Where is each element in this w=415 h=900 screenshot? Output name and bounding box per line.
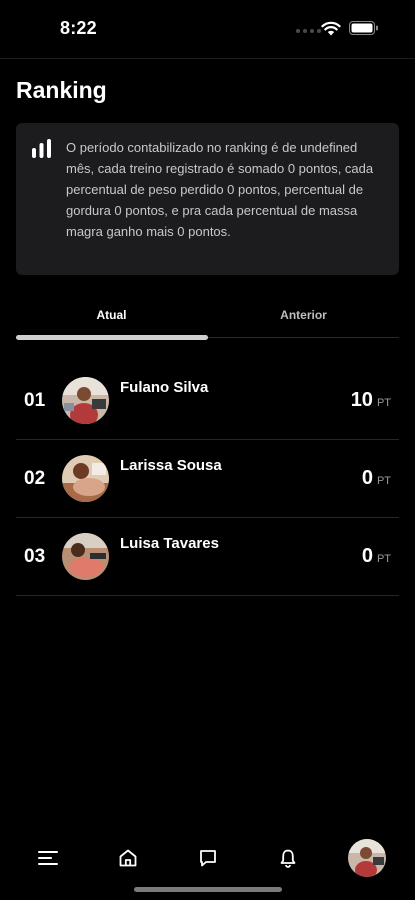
score-points: 0 — [361, 467, 373, 489]
score: 10 PT — [351, 389, 391, 412]
score-points: 10 — [350, 389, 373, 411]
score-unit: PT — [376, 553, 391, 565]
ranking-row[interactable]: 03 Luisa Tavares 0 PT — [16, 518, 399, 596]
ranking-rules-text: O período contabilizado no ranking é de … — [66, 140, 374, 239]
user-name: Fulano Silva — [120, 379, 209, 396]
home-indicator[interactable] — [134, 887, 282, 892]
chat-icon — [200, 850, 216, 867]
user-avatar — [62, 533, 109, 580]
rank-position: 02 — [24, 468, 46, 489]
status-time: 8:22 — [60, 18, 97, 38]
bar-chart-icon — [32, 139, 51, 158]
menu-button[interactable] — [28, 836, 68, 880]
score: 0 PT — [362, 545, 391, 568]
profile-avatar[interactable] — [348, 839, 386, 877]
info-card: O período contabilizado no ranking é de … — [16, 123, 399, 275]
ranking-row[interactable]: 02 Larissa Sousa 0 PT — [16, 440, 399, 518]
user-name: Luisa Tavares — [120, 535, 219, 552]
ranking-list: 01 Fulano Silva 10 PT 02 Larissa Sousa 0… — [16, 362, 399, 596]
score: 0 PT — [362, 467, 391, 490]
user-name: Larissa Sousa — [120, 457, 222, 474]
score-unit: PT — [376, 397, 391, 409]
signal-icon — [296, 29, 321, 33]
ranking-row[interactable]: 01 Fulano Silva 10 PT — [16, 362, 399, 440]
score-unit: PT — [376, 475, 391, 487]
home-icon — [119, 849, 137, 867]
header-divider — [0, 58, 415, 59]
status-bar: 8:22 — [0, 0, 415, 58]
rank-position: 03 — [24, 546, 46, 567]
tab-atual[interactable]: Atual — [16, 308, 207, 322]
user-avatar — [62, 455, 109, 502]
notifications-button[interactable] — [268, 836, 308, 880]
chat-button[interactable] — [188, 836, 228, 880]
wifi-icon — [321, 21, 341, 36]
battery-icon — [349, 21, 378, 35]
active-tab-indicator — [16, 335, 208, 340]
ranking-tabs: Atual Anterior — [16, 308, 399, 342]
menu-icon — [38, 851, 58, 865]
user-avatar — [62, 377, 109, 424]
tab-anterior[interactable]: Anterior — [208, 308, 399, 322]
bell-icon — [280, 849, 296, 868]
home-button[interactable] — [108, 836, 148, 880]
rank-position: 01 — [24, 390, 46, 411]
bottom-nav — [0, 836, 415, 882]
score-points: 0 — [361, 545, 373, 567]
page-title: Ranking — [16, 77, 107, 103]
